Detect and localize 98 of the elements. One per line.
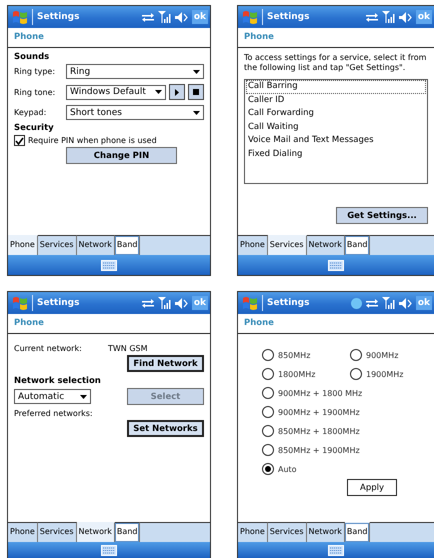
section-heading: Sounds [14,52,50,62]
list-item[interactable]: Voice Mail and Text Messages [246,134,426,148]
checkbox-label: Require PIN when phone is used [28,136,157,145]
set-networks-button[interactable]: Set Networks [127,420,204,437]
tab[interactable]: Services [268,235,307,255]
tab[interactable]: Services [38,235,77,255]
radio-label: 900MHz + 1900MHz [278,408,360,416]
tab[interactable]: Network [306,235,345,255]
window-title: Settings [267,298,310,308]
keyboard-icon[interactable] [101,260,117,270]
sync-arrows-icon [142,298,154,308]
speaker-icon [398,298,412,308]
tab[interactable]: Band [344,235,370,255]
radio-button[interactable] [350,349,362,361]
tab[interactable]: Band [114,235,140,255]
section-heading: Network selection [14,376,102,386]
keyboard-icon[interactable] [328,260,344,270]
radio-label: 900MHz + 1800 MHz [278,388,362,398]
tab[interactable]: Band [344,522,370,542]
sync-arrows-icon [366,12,378,22]
page-header: Phone [238,314,434,334]
field-label: Keypad: [14,108,48,117]
tab[interactable]: Phone [8,235,38,255]
caret-icon [193,70,200,74]
change-pin-button[interactable]: Change PIN [66,147,177,164]
dropdown[interactable]: Automatic [14,389,91,404]
instructions-text: To access settings for a service, select it from the following list and tap "Get Settings". [244,53,428,73]
speaker-icon [174,12,188,22]
dropdown[interactable]: Windows Default [66,84,166,100]
keyboard-icon[interactable] [101,544,117,556]
tab[interactable]: Band [114,522,140,542]
play-icon [175,88,179,96]
field-label: Ring tone: [14,88,56,96]
field-label: Current network: [14,344,83,353]
dropdown[interactable]: Ring [66,64,204,79]
tab[interactable]: Network [76,522,115,542]
radio-button[interactable] [262,444,274,456]
signal-icon [158,11,171,23]
windows-logo-icon[interactable] [242,9,258,25]
window-title: Settings [37,12,80,22]
radio-button[interactable] [262,368,274,380]
tab[interactable]: Phone [238,235,268,255]
tab[interactable]: Network [76,235,115,255]
windows-logo-icon[interactable] [242,295,258,311]
caret-icon [193,110,200,114]
signal-icon [158,297,171,309]
find-network-button[interactable]: Find Network [127,355,204,372]
radio-button[interactable] [262,425,274,437]
checkbox[interactable] [14,135,25,146]
radio-button[interactable] [350,368,362,380]
radio-button[interactable] [262,463,274,475]
radio-label: 850MHz + 1800MHz [278,426,360,436]
field-label: Preferred networks: [14,409,94,418]
windows-logo-icon[interactable] [12,295,28,311]
keyboard-icon[interactable] [328,544,344,556]
radio-label: 1900MHz [366,370,404,378]
speaker-icon [398,12,412,22]
signal-icon [382,297,395,309]
list-item[interactable]: Call Forwarding [246,107,426,120]
list-item[interactable]: Call Barring [246,80,426,94]
tab[interactable]: Phone [238,522,268,542]
section-heading: Security [14,123,55,133]
signal-icon [382,11,395,23]
sync-arrows-icon [142,12,154,22]
tab[interactable]: Services [268,522,307,542]
radio-button[interactable] [262,387,274,399]
caret-icon [80,394,87,398]
windows-logo-icon[interactable] [12,9,28,25]
page-header: Phone [8,28,210,48]
radio-label: 850MHz [278,350,310,360]
field-label: Ring type: [14,67,56,76]
tab[interactable]: Services [38,522,77,542]
get-settings-button[interactable]: Get Settings... [336,207,428,224]
tab[interactable]: Network [306,522,345,542]
stop-icon [193,89,199,95]
page-header: Phone [8,314,210,334]
list-item[interactable]: Fixed Dialing [246,148,426,161]
radio-label: Auto [278,464,297,474]
checkmark-icon [15,136,24,144]
list-item[interactable]: Caller ID [246,94,426,107]
radio-label: 900MHz [366,350,398,360]
caret-icon [155,90,162,94]
window-title: Settings [267,12,310,22]
page-header: Phone [238,28,434,48]
sync-arrows-icon [366,298,378,308]
apply-button[interactable]: Apply [347,479,397,496]
play-button[interactable] [169,84,185,100]
radio-label: 850MHz + 1900MHz [278,446,360,454]
speaker-icon [174,298,188,308]
dropdown[interactable]: Short tones [66,105,204,120]
tab[interactable]: Phone [8,522,38,542]
field-value: TWN GSM [108,344,148,353]
radio-button[interactable] [262,349,274,361]
list-item[interactable]: Call Waiting [246,120,426,134]
radio-label: 1800MHz [278,370,316,378]
window-title: Settings [37,298,80,308]
stop-button[interactable] [188,84,204,100]
radio-button[interactable] [262,406,274,418]
